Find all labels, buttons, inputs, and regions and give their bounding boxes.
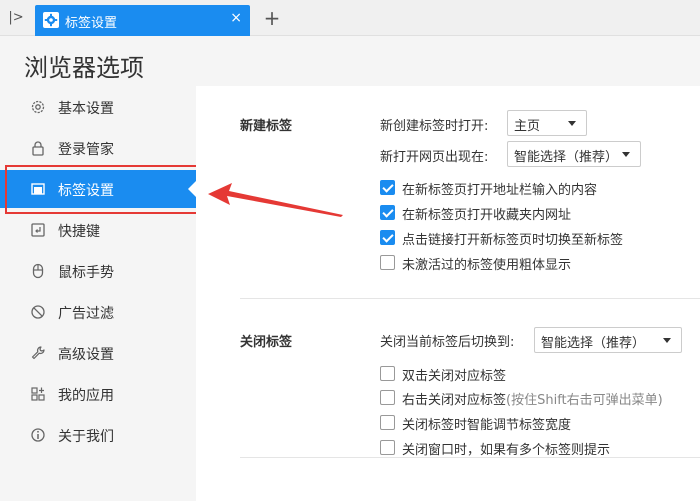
chevron-down-icon [622,152,630,157]
checkbox[interactable] [380,440,395,455]
checkbox[interactable] [380,390,395,405]
checkbox-label-text: 右击关闭对应标签 [402,393,507,408]
select-value: 智能选择（推荐） [514,150,619,165]
open-on-new-tab-label: 新创建标签时打开: [380,119,489,134]
sidebar-item-label: 鼠标手势 [58,265,114,281]
sidebar-item-about[interactable]: 关于我们 [0,416,196,454]
option-switch-to-new-tab[interactable]: 点击链接打开新标签页时切换至新标签 [380,229,680,248]
option-smart-tab-width[interactable]: 关闭标签时智能调节标签宽度 [380,414,680,433]
gear-icon [31,100,45,114]
after-close-switch-label: 关闭当前标签后切换到: [380,335,515,350]
section-divider [240,457,700,458]
keyboard-icon [31,223,45,237]
close-tab-section-title: 关闭标签 [240,335,293,350]
tab-title: 标签设置 [65,16,118,31]
tab-close-icon[interactable]: × [230,10,242,26]
open-on-new-tab-select[interactable]: 主页 [507,110,587,136]
option-bold-unvisited-tabs[interactable]: 未激活过的标签使用粗体显示 [380,254,680,273]
info-icon [31,428,45,442]
checkbox-label: 关闭窗口时，如果有多个标签则提示 [402,443,611,458]
settings-gear-icon [43,12,59,28]
checkbox-label: 关闭标签时智能调节标签宽度 [402,418,572,433]
checkbox-label: 点击链接打开新标签页时切换至新标签 [402,233,624,248]
mouse-icon [32,263,44,279]
sidebar-item-apps[interactable]: 我的应用 [0,375,196,413]
chevron-down-icon [568,121,576,126]
sidebar-item-adblock[interactable]: 广告过滤 [0,293,196,331]
after-close-switch-select[interactable]: 智能选择（推荐） [534,327,682,353]
checkbox[interactable] [380,366,395,381]
chevron-down-icon [663,338,671,343]
checkbox[interactable] [380,415,395,430]
option-double-click-close[interactable]: 双击关闭对应标签 [380,365,680,384]
sidebar-item-label: 我的应用 [58,388,114,404]
option-favorites-new-tab[interactable]: 在新标签页打开收藏夹内网址 [380,204,680,223]
new-page-position-label: 新打开网页出现在: [380,150,489,165]
lock-icon [32,141,44,156]
sidebar-item-label: 关于我们 [58,429,114,445]
checkbox[interactable] [380,255,395,270]
tab-bar: |> 标签设置 × + [0,0,700,36]
sidebar-item-label: 高级设置 [58,347,114,363]
checkbox-hint: (按住Shift右击可弹出菜单) [506,393,663,408]
settings-panel: 新建标签 新创建标签时打开: 主页 新打开网页出现在: 智能选择（推荐） 在新标… [196,86,700,501]
sidebar-item-login[interactable]: 登录管家 [0,129,196,167]
select-value: 主页 [514,119,541,134]
sidebar-item-label: 基本设置 [58,101,114,117]
option-addressbar-new-tab[interactable]: 在新标签页打开地址栏输入的内容 [380,179,680,198]
option-warn-multiple-tabs[interactable]: 关闭窗口时，如果有多个标签则提示 [380,439,680,458]
new-page-position-select[interactable]: 智能选择（推荐） [507,141,641,167]
wrench-icon [31,346,45,360]
checkbox-label: 双击关闭对应标签 [402,369,507,384]
page-title: 浏览器选项 [24,54,144,82]
sidebar-item-shortcuts[interactable]: 快捷键 [0,211,196,249]
sidebar: 基本设置 登录管家 标签设置 快捷键 鼠标手势 广告过滤 高级设置 我的应用 关… [0,86,196,501]
annotation-highlight-box [5,165,199,214]
sidebar-item-label: 登录管家 [58,142,114,158]
new-tab-button[interactable]: + [262,6,282,30]
select-value: 智能选择（推荐） [541,336,646,351]
page-header: 浏览器选项 [0,36,700,86]
sidebar-toggle-icon[interactable]: |> [6,8,26,28]
checkbox-label: 未激活过的标签使用粗体显示 [402,258,572,273]
checkbox-label: 在新标签页打开收藏夹内网址 [402,208,572,223]
sidebar-item-basic[interactable]: 基本设置 [0,88,196,126]
sidebar-item-label: 广告过滤 [58,306,114,322]
sidebar-item-mouse[interactable]: 鼠标手势 [0,252,196,290]
annotation-arrow-icon [208,183,343,217]
apps-icon [31,387,45,401]
checkbox[interactable] [380,230,395,245]
sidebar-item-label: 快捷键 [58,224,100,240]
option-right-click-close[interactable]: 右击关闭对应标签(按住Shift右击可弹出菜单) [380,389,690,408]
checkbox-label: 在新标签页打开地址栏输入的内容 [402,183,598,198]
section-divider [240,298,700,299]
new-tab-section-title: 新建标签 [240,119,293,134]
sidebar-item-advanced[interactable]: 高级设置 [0,334,196,372]
checkbox-label: 右击关闭对应标签(按住Shift右击可弹出菜单) [402,389,663,408]
block-icon [31,305,45,319]
checkbox[interactable] [380,180,395,195]
tab-active[interactable]: 标签设置 × [35,5,250,36]
checkbox[interactable] [380,205,395,220]
